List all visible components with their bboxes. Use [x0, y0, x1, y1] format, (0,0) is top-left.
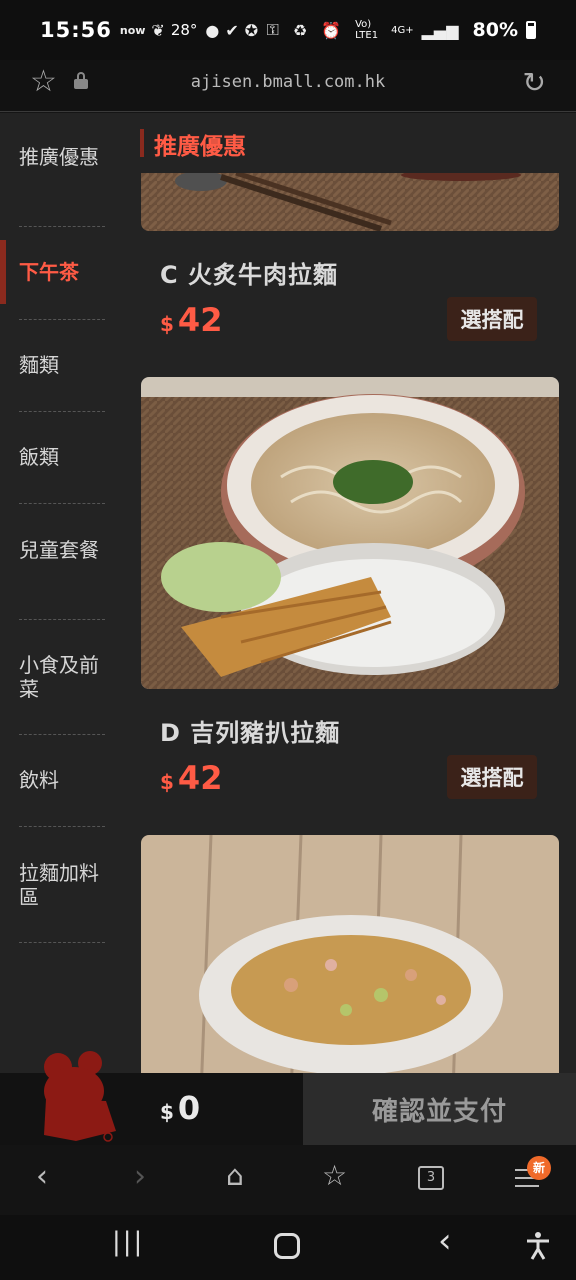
- sidebar-item-kids-set[interactable]: 兒童套餐: [0, 538, 118, 562]
- volte-label: Vo) LTE1: [355, 19, 379, 41]
- new-badge: 新: [527, 1156, 551, 1180]
- select-options-button[interactable]: 選搭配: [447, 297, 537, 341]
- battery-icon: [526, 21, 536, 39]
- check-circle-icon: ✔: [225, 20, 239, 40]
- sidebar-item-drinks[interactable]: 飲料: [0, 768, 118, 792]
- mascot-logo-icon: [44, 1051, 116, 1142]
- bookmarks-icon[interactable]: ☆: [322, 1159, 347, 1192]
- sidebar-divider: [19, 319, 105, 320]
- chat-icon: ●: [205, 20, 220, 40]
- sidebar-item-afternoon-tea[interactable]: 下午茶: [0, 260, 118, 284]
- cart-bar: $0 確認並支付: [0, 1051, 576, 1145]
- url-text[interactable]: ajisen.bmall.com.hk: [0, 72, 576, 92]
- product-name: C 火炙牛肉拉麵: [160, 261, 338, 289]
- sidebar-divider: [19, 503, 105, 504]
- accessibility-icon[interactable]: [524, 1231, 552, 1261]
- product-name: D 吉列豬扒拉麵: [160, 719, 341, 747]
- star-badge-icon: ✪: [244, 20, 259, 40]
- sidebar-item-rice[interactable]: 飯類: [0, 445, 118, 469]
- confirm-pay-button[interactable]: 確認並支付: [303, 1073, 576, 1145]
- signal-icon: ▂▄▆: [421, 20, 459, 40]
- back-icon[interactable]: ‹: [36, 1159, 48, 1194]
- tabs-icon[interactable]: 3: [418, 1166, 444, 1190]
- browser-toolbar: ‹ › ⌂ ☆ 3 新: [0, 1145, 576, 1215]
- sidebar-divider: [19, 826, 105, 827]
- sidebar-item-promotions[interactable]: 推廣優惠: [0, 145, 118, 169]
- now-icon: now: [119, 23, 146, 37]
- home-icon[interactable]: ⌂: [226, 1159, 244, 1192]
- product-image[interactable]: [141, 835, 559, 1073]
- sidebar-divider: [19, 942, 105, 943]
- forward-icon[interactable]: ›: [134, 1159, 146, 1194]
- system-back-icon[interactable]: ‹: [438, 1221, 452, 1261]
- sidebar-item-noodles[interactable]: 麵類: [0, 353, 118, 377]
- network-type-label: 4G+: [391, 24, 414, 36]
- sidebar-divider: [19, 226, 105, 227]
- product-list: 推廣優惠 C 火炙牛肉拉麵 $42 選搭配 D 吉列豬扒拉麵 $ 42 選搭配: [118, 113, 576, 1073]
- home-button-icon[interactable]: [274, 1233, 300, 1259]
- alarm-icon: ⏰: [321, 20, 342, 40]
- key-icon: ⚿: [266, 20, 279, 39]
- sidebar-divider: [19, 734, 105, 735]
- battery-level: 80%: [472, 19, 518, 41]
- browser-address-bar: ☆ ajisen.bmall.com.hk ↻: [0, 60, 576, 112]
- product-image[interactable]: [141, 173, 559, 231]
- sidebar-item-ramen-toppings[interactable]: 拉麵加料區: [0, 861, 118, 909]
- status-temperature: 28°: [170, 21, 198, 39]
- product-price: $42: [160, 301, 223, 339]
- reload-icon[interactable]: ↻: [523, 66, 546, 99]
- status-bar: 15:56 now ❦ 28° ● ✔ ✪ ⚿ ♻ ⏰ Vo) LTE1 4G+…: [0, 0, 576, 60]
- section-title: 推廣優惠: [154, 134, 246, 160]
- recycle-icon: ♻: [292, 20, 308, 40]
- product-image[interactable]: [141, 377, 559, 689]
- cart-total: $0: [160, 1089, 201, 1127]
- category-sidebar: 推廣優惠 下午茶 麵類 飯類 兒童套餐 小食及前菜 飲料 拉麵加料區: [0, 113, 118, 1073]
- recent-apps-icon[interactable]: |||: [112, 1227, 144, 1257]
- system-navigation-bar: ||| ‹: [0, 1215, 576, 1280]
- status-time: 15:56: [40, 18, 112, 42]
- sidebar-item-snacks[interactable]: 小食及前菜: [0, 653, 118, 701]
- sidebar-divider: [19, 619, 105, 620]
- select-options-button[interactable]: 選搭配: [447, 755, 537, 799]
- sidebar-divider: [19, 411, 105, 412]
- app-notification-icon: ❦: [151, 20, 165, 40]
- product-price: $42: [160, 759, 223, 797]
